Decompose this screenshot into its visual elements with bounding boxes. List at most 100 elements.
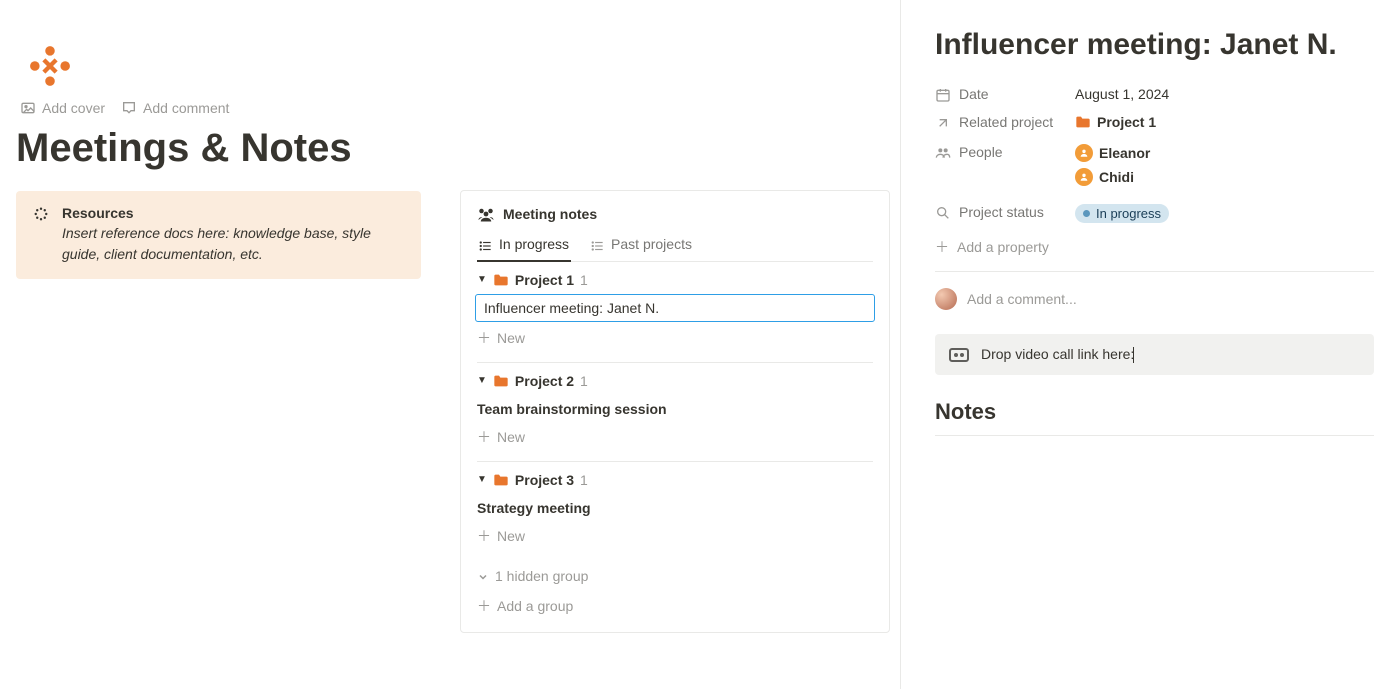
list-icon: [479, 236, 493, 252]
row-title: Influencer meeting: Janet N.: [484, 300, 659, 316]
callout-title: Resources: [62, 205, 405, 221]
detail-title[interactable]: Influencer meeting: Janet N.: [935, 28, 1374, 62]
relation-name: Project 1: [1097, 114, 1156, 130]
page-title[interactable]: Meetings & Notes: [16, 126, 890, 171]
divider: [477, 362, 873, 363]
add-property-button[interactable]: ＋ Add a property: [935, 237, 1374, 257]
row-title: Team brainstorming session: [477, 401, 667, 417]
tab-in-progress[interactable]: In progress: [477, 232, 571, 260]
new-row-button[interactable]: ＋ New: [477, 522, 873, 550]
page-side-panel: Influencer meeting: Janet N. Date August…: [900, 0, 1400, 689]
status-text: In progress: [1096, 206, 1161, 221]
video-link-callout[interactable]: Drop video call link here:: [935, 334, 1374, 375]
image-icon: [20, 100, 36, 116]
add-cover-label: Add cover: [42, 100, 105, 116]
comment-placeholder: Add a comment...: [967, 291, 1077, 307]
status-badge[interactable]: In progress: [1075, 204, 1169, 223]
chevron-down-icon: [477, 568, 489, 584]
group-header[interactable]: ▼ Project 1 1: [477, 272, 873, 288]
group-header[interactable]: ▼ Project 2 1: [477, 373, 873, 389]
add-group-label: Add a group: [497, 598, 573, 614]
person-chip[interactable]: Chidi: [1075, 168, 1374, 186]
prop-value-date: August 1, 2024: [1075, 86, 1374, 102]
add-group-button[interactable]: ＋ Add a group: [477, 596, 873, 616]
group-count: 1: [580, 472, 588, 488]
hidden-group-label: 1 hidden group: [495, 568, 588, 584]
folder-icon: [1075, 115, 1091, 129]
folder-icon: [493, 273, 509, 287]
group-header[interactable]: ▼ Project 3 1: [477, 472, 873, 488]
calendar-icon: [935, 86, 951, 102]
add-comment-label: Add comment: [143, 100, 229, 116]
person-chip[interactable]: Eleanor: [1075, 144, 1374, 162]
status-dot: [1083, 210, 1090, 217]
caret-down-icon: ▼: [477, 274, 487, 285]
row-title: Strategy meeting: [477, 500, 591, 516]
new-label: New: [497, 528, 525, 544]
group-count: 1: [580, 272, 588, 288]
new-label: New: [497, 330, 525, 346]
group-project-3: ▼ Project 3 1 Strategy meeting ＋ New: [477, 472, 873, 550]
avatar: [1075, 168, 1093, 186]
notes-heading[interactable]: Notes: [935, 399, 1374, 425]
table-row[interactable]: Strategy meeting: [477, 494, 873, 522]
tab-label: Past projects: [611, 236, 692, 252]
new-row-button[interactable]: ＋ New: [477, 324, 873, 352]
plus-icon: ＋: [477, 328, 491, 348]
group-name: Project 2: [515, 373, 574, 389]
page-icon[interactable]: [24, 40, 890, 92]
resources-callout[interactable]: Resources Insert reference docs here: kn…: [16, 191, 421, 279]
prop-label-text: Date: [959, 86, 989, 102]
person-name: Eleanor: [1099, 145, 1150, 161]
property-people[interactable]: People Eleanor Chidi: [935, 138, 1374, 198]
page-toolbar: Add cover Add comment: [16, 98, 890, 118]
group-people-icon: [477, 205, 495, 222]
folder-icon: [493, 374, 509, 388]
video-tape-icon: [949, 348, 969, 362]
prop-label-text: Project status: [959, 204, 1044, 220]
avatar: [935, 288, 957, 310]
tab-past-projects[interactable]: Past projects: [589, 232, 694, 260]
db-header[interactable]: Meeting notes: [477, 205, 873, 222]
plus-icon: ＋: [477, 526, 491, 546]
divider: [935, 271, 1374, 272]
divider: [935, 435, 1374, 436]
caret-down-icon: ▼: [477, 375, 487, 386]
caret-down-icon: ▼: [477, 474, 487, 485]
add-comment-button[interactable]: Add comment: [117, 98, 233, 118]
tab-label: In progress: [499, 236, 569, 252]
person-name: Chidi: [1099, 169, 1134, 185]
property-date[interactable]: Date August 1, 2024: [935, 80, 1374, 108]
comment-icon: [121, 100, 137, 116]
avatar: [1075, 144, 1093, 162]
plus-icon: ＋: [935, 237, 949, 257]
list-icon: [591, 236, 605, 252]
group-project-1: ▼ Project 1 1 Influencer meeting: Janet …: [477, 272, 873, 352]
relation-pill[interactable]: Project 1: [1075, 114, 1156, 130]
new-row-button[interactable]: ＋ New: [477, 423, 873, 451]
plus-icon: ＋: [477, 427, 491, 447]
group-project-2: ▼ Project 2 1 Team brainstorming session…: [477, 373, 873, 451]
comment-input[interactable]: Add a comment...: [935, 288, 1374, 310]
plus-icon: ＋: [477, 596, 491, 616]
divider: [477, 461, 873, 462]
table-row[interactable]: Influencer meeting: Janet N.: [475, 294, 875, 322]
group-name: Project 3: [515, 472, 574, 488]
main-content: Add cover Add comment Meetings & Notes R…: [0, 0, 890, 689]
callout-body: Resources Insert reference docs here: kn…: [62, 205, 405, 265]
hub-icon: [32, 205, 52, 265]
search-icon: [935, 204, 951, 220]
property-status[interactable]: Project status In progress: [935, 198, 1374, 229]
folder-icon: [493, 473, 509, 487]
prop-label-text: People: [959, 144, 1003, 160]
property-related-project[interactable]: Related project Project 1: [935, 108, 1374, 138]
meeting-notes-database: Meeting notes In progress Past projects …: [460, 190, 890, 633]
prop-label-text: Related project: [959, 114, 1053, 130]
group-count: 1: [580, 373, 588, 389]
add-cover-button[interactable]: Add cover: [16, 98, 109, 118]
group-name: Project 1: [515, 272, 574, 288]
new-label: New: [497, 429, 525, 445]
table-row[interactable]: Team brainstorming session: [477, 395, 873, 423]
hidden-groups-toggle[interactable]: 1 hidden group: [477, 568, 873, 584]
db-title: Meeting notes: [503, 206, 597, 222]
